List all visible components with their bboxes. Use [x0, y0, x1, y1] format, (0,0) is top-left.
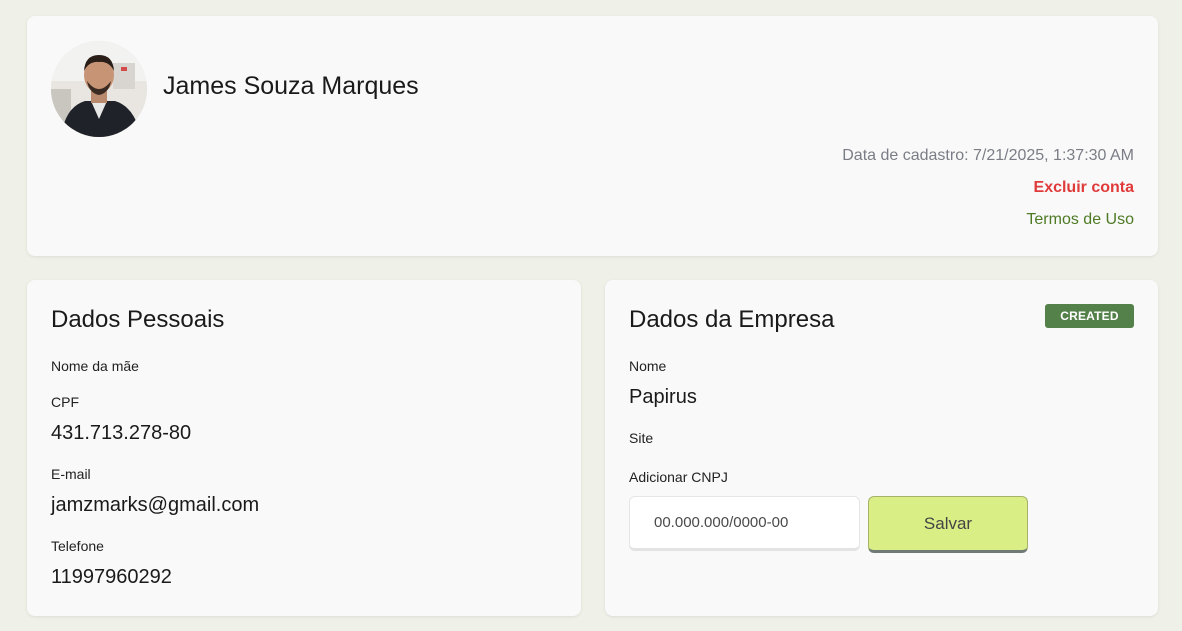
company-name-value: Papirus: [629, 386, 697, 408]
delete-account-link[interactable]: Excluir conta: [1034, 178, 1134, 198]
cpf-value: 431.713.278-80: [51, 422, 192, 444]
company-data-title: Dados da Empresa: [629, 306, 835, 333]
company-data-card: Dados da Empresa CREATED Nome Papirus Si…: [605, 280, 1158, 616]
email-value: jamzmarks@gmail.com: [51, 494, 260, 516]
phone-label: Telefone: [51, 538, 104, 554]
avatar-photo: [51, 41, 147, 137]
mother-name-label: Nome da mãe: [51, 358, 139, 374]
save-button[interactable]: Salvar: [868, 496, 1028, 553]
personal-data-title: Dados Pessoais: [51, 306, 225, 333]
company-name-label: Nome: [629, 358, 667, 374]
status-badge: CREATED: [1045, 304, 1134, 328]
profile-card: James Souza Marques Data de cadastro: 7/…: [27, 16, 1158, 256]
cnpj-input[interactable]: [629, 496, 860, 551]
registration-date: Data de cadastro: 7/21/2025, 1:37:30 AM: [842, 147, 1134, 164]
user-name: James Souza Marques: [163, 72, 419, 100]
email-label: E-mail: [51, 466, 91, 482]
cpf-label: CPF: [51, 394, 79, 410]
profile-meta: Data de cadastro: 7/21/2025, 1:37:30 AM …: [842, 146, 1134, 230]
cnpj-label: Adicionar CNPJ: [629, 469, 728, 485]
phone-value: 11997960292: [51, 566, 172, 588]
site-label: Site: [629, 430, 654, 446]
personal-data-card: Dados Pessoais Nome da mãe CPF 431.713.2…: [27, 280, 581, 616]
avatar: [51, 41, 147, 137]
terms-of-use-link[interactable]: Termos de Uso: [1026, 210, 1134, 230]
